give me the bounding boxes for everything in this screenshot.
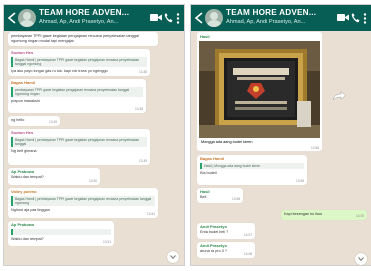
message-time: 14.08: [244, 252, 252, 257]
quoted-message[interactable]: Bagas Hamil | pembayaran TPPI gawe kegia…: [11, 136, 147, 147]
left-chat-screen: TEAM HORE ADVEN... Ahmad, Ap, Andi Prase…: [3, 4, 185, 266]
message-list[interactable]: pembayaran TPPI gawe kegiatan pengajaran…: [4, 31, 184, 265]
message-text: Nghost aja pas tinggan: [11, 208, 50, 212]
message-sender: Bagas Hamil: [11, 80, 36, 85]
message-sender: Ap Prabowo: [11, 222, 35, 227]
message-bubble[interactable]: Suoton Hes Bagas Hamil | pembayaran TPPI…: [8, 129, 150, 165]
scroll-down-button[interactable]: [355, 253, 367, 265]
group-members: Ahmad, Ap, Andi Prasetyo, An...: [226, 19, 306, 25]
image-message[interactable]: Hasil Mongga ada aang budel keren 13.58: [197, 32, 322, 151]
chat-header: TEAM HORE ADVEN... Ahmad, Ap, Andi Prase…: [191, 5, 371, 31]
back-arrow-icon[interactable]: [7, 12, 17, 24]
quoted-message[interactable]: Bagas Hamil | pembayaran TPPI gawe kegia…: [11, 195, 155, 206]
quoted-message[interactable]: pembayaran TPPI gawe kegiatan pengajaran…: [11, 86, 143, 97]
video-call-icon[interactable]: [150, 13, 162, 22]
message-time: 13.58: [296, 179, 304, 184]
forward-icon[interactable]: [332, 91, 346, 101]
group-title[interactable]: TEAM HORE ADVEN...: [226, 8, 334, 17]
message-bubble[interactable]: Valley poleno Bagas Hamil | pembayaran T…: [8, 188, 158, 218]
message-bubble[interactable]: pembayaran TPPI gawe kegiatan pengajaran…: [8, 32, 158, 46]
more-options-icon[interactable]: [176, 13, 180, 24]
chat-header: TEAM HORE ADVEN... Ahmad, Ap, Andi Prase…: [4, 5, 184, 31]
message-bubble[interactable]: Andi Prasetyo aruna ra pro 3 ? 14.08: [197, 242, 255, 258]
photo-content: [199, 41, 320, 138]
certificate-photo[interactable]: [199, 41, 320, 138]
message-text: Kapi kesengan ku ikuu: [284, 212, 323, 216]
message-bubble[interactable]: Andi Prasetyo Enta budel beli ? 14.07: [197, 223, 255, 239]
scroll-down-icon: [358, 257, 364, 261]
message-time: 13.49: [49, 120, 57, 125]
message-sender: Suoton Hes: [11, 50, 34, 55]
message-sender: Valley poleno: [11, 189, 37, 194]
group-title[interactable]: TEAM HORE ADVEN...: [39, 8, 147, 17]
message-text: pembayaran TPPI gawe kegiatan pengajaran…: [11, 34, 139, 43]
group-avatar[interactable]: [205, 9, 223, 27]
message-time: 13.58: [232, 197, 240, 202]
message-bubble[interactable]: Bagas Hamil Hasil | Mongga ada aang bude…: [197, 155, 307, 185]
message-text: Kla budell: [200, 170, 217, 175]
message-time: 13.49: [139, 159, 147, 164]
message-time: 14.05: [356, 214, 364, 219]
message-text: Iya aku payo lungar gas ru tok. kapi rok…: [11, 69, 108, 73]
phone-icon[interactable]: [351, 13, 360, 23]
video-call-icon[interactable]: [337, 13, 349, 22]
message-list[interactable]: Hasil Mongga ada aang budel keren 13.58 …: [191, 31, 371, 265]
message-text: Ng belt gimana: [11, 149, 37, 153]
message-sender: Bagas Hamil: [200, 156, 225, 161]
image-caption: Mongga ada aang budel keren: [201, 140, 253, 144]
message-bubble[interactable]: Hasil Beli 13.58: [197, 188, 243, 203]
group-avatar[interactable]: [18, 9, 36, 27]
message-time: 13.48: [135, 107, 143, 112]
message-text: Waktu dan tempat?: [11, 174, 44, 179]
more-options-icon[interactable]: [363, 13, 367, 24]
message-text: prapun masaksin: [11, 99, 40, 103]
phone-icon[interactable]: [164, 13, 173, 23]
message-text: Waktu dan tempat?: [11, 236, 44, 241]
message-time: 13.48: [139, 70, 147, 75]
message-time: 13.51: [103, 240, 111, 245]
outgoing-message-bubble[interactable]: Kapi kesengan ku ikuu 14.05: [281, 210, 367, 220]
back-arrow-icon[interactable]: [194, 12, 204, 24]
quoted-message[interactable]: Bagas Hamil | pembayaran TPPI gawe kegia…: [11, 56, 147, 67]
group-members: Ahmad, Ap, Andi Prasetyo, An...: [39, 19, 119, 25]
message-bubble[interactable]: Bagas Hamil pembayaran TPPI gawe kegiata…: [8, 79, 146, 113]
message-time: 13.50: [89, 179, 97, 184]
message-time: 13.58: [311, 146, 319, 150]
message-sender: Hasil: [200, 34, 210, 39]
message-bubble[interactable]: Suoton Hes Bagas Hamil | pembayaran TPPI…: [8, 49, 150, 76]
quoted-message[interactable]: [11, 228, 111, 235]
scroll-down-icon: [170, 255, 176, 259]
message-bubble[interactable]: Ap Prabowo Waktu dan tempat? 13.51: [8, 221, 114, 246]
message-bubble[interactable]: ng hello 13.49: [8, 116, 60, 126]
message-time: 13.51: [147, 212, 155, 217]
scroll-down-button[interactable]: [167, 251, 179, 263]
quoted-message[interactable]: Hasil | Mongga ada aang budel keren: [200, 162, 304, 169]
message-bubble[interactable]: Ap Prabowo Waktu dan tempat? 13.50: [8, 168, 100, 185]
right-chat-screen: TEAM HORE ADVEN... Ahmad, Ap, Andi Prase…: [190, 4, 371, 266]
message-sender: Suoton Hes: [11, 130, 34, 135]
message-time: 14.07: [244, 233, 252, 238]
